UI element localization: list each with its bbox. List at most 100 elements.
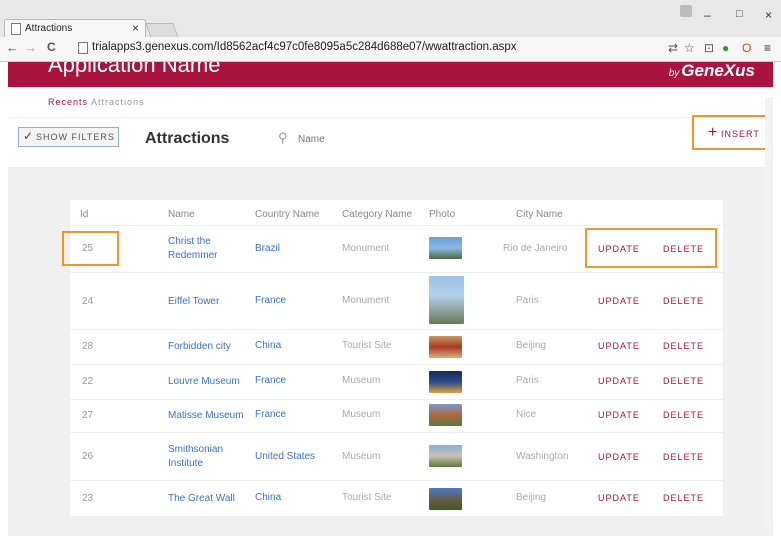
row-category: Monument [342, 243, 390, 254]
browser-window: Attractions × – □ × ← → C trialapps3.gen… [0, 0, 781, 536]
translate-icon[interactable]: ⇄ [668, 41, 678, 55]
address-bar[interactable]: trialapps3.genexus.com/Id8562acf4c97c0fe… [74, 39, 632, 57]
page-scrollbar[interactable] [765, 97, 773, 527]
page-title: Attractions [145, 130, 230, 147]
row-category: Tourist Site [342, 340, 392, 351]
app-name[interactable]: Application Name [48, 62, 220, 78]
action-bar: ✓ SHOW FILTERS Attractions ⚲ + INSERT [8, 115, 773, 169]
row-name-link[interactable]: Christ the Redemmer [168, 235, 238, 263]
maximize-button[interactable]: □ [736, 8, 743, 20]
row-category: Monument [342, 295, 390, 306]
update-button[interactable]: UPDATE [598, 296, 640, 306]
show-filters-label: SHOW FILTERS [36, 132, 115, 142]
tab-close-icon[interactable]: × [132, 21, 139, 35]
row-city: Paris [516, 375, 539, 386]
close-window-button[interactable]: × [765, 8, 772, 22]
breadcrumb-recents[interactable]: Recents [48, 97, 88, 107]
delete-button[interactable]: DELETE [663, 452, 704, 462]
actions-highlight-box [585, 228, 717, 268]
row-country-link[interactable]: France [255, 295, 286, 306]
table-row: 22 Louvre Museum France Museum Paris UPD… [70, 364, 723, 400]
row-city: Paris [516, 295, 539, 306]
row-country-link[interactable]: China [255, 340, 281, 351]
breadcrumb-current: Attractions [91, 97, 145, 107]
header-photo: Photo [429, 209, 456, 220]
minimize-button[interactable]: – [704, 8, 711, 22]
header-country-name[interactable]: Country Name [255, 209, 319, 220]
genexus-logo: by GeneXus [668, 62, 755, 80]
row-city: Nice [516, 409, 537, 420]
row-name-link[interactable]: Louvre Museum [168, 375, 240, 389]
delete-button[interactable]: DELETE [663, 341, 704, 351]
cast-icon[interactable]: ⊡ [704, 41, 714, 55]
search-input[interactable] [296, 130, 420, 148]
attractions-grid: Id Name Country Name Category Name Photo… [62, 200, 723, 516]
row-id: 28 [82, 341, 94, 352]
row-city: Washington [516, 451, 569, 462]
search-icon: ⚲ [278, 130, 288, 145]
row-country-link[interactable]: China [255, 492, 281, 503]
christ-redeemer-photo [429, 237, 462, 259]
new-tab-button[interactable] [145, 23, 179, 38]
app-header: Application Name by GeneXus [8, 62, 773, 87]
table-row: 24 Eiffel Tower France Monument Paris UP… [70, 272, 723, 330]
row-country-link[interactable]: France [255, 375, 286, 386]
row-category: Tourist Site [342, 492, 392, 503]
update-button[interactable]: UPDATE [598, 341, 640, 351]
row-country-link[interactable]: Brazil [255, 243, 280, 254]
delete-button[interactable]: DELETE [663, 376, 704, 386]
delete-button[interactable]: DELETE [663, 493, 704, 503]
insert-button[interactable]: + INSERT [692, 115, 767, 150]
table-row: 28 Forbidden city China Tourist Site Bei… [70, 329, 723, 365]
table-row: 26 Smithsonian Institute United States M… [70, 432, 723, 481]
extension-icon[interactable]: ● [722, 41, 729, 55]
url-text[interactable]: trialapps3.genexus.com/Id8562acf4c97c0fe… [92, 41, 517, 53]
row-name-link[interactable]: Forbidden city [168, 340, 231, 354]
louvre-photo [429, 371, 462, 393]
header-city-name[interactable]: City Name [516, 209, 563, 220]
smithsonian-photo [429, 445, 462, 467]
tab-title: Attractions [25, 23, 73, 34]
great-wall-photo [429, 488, 462, 510]
row-city: Rio de Janeiro [503, 243, 568, 254]
opera-icon[interactable]: O [742, 41, 751, 55]
row-name-link[interactable]: The Great Wall [168, 492, 235, 506]
matisse-museum-photo [429, 404, 462, 426]
back-button[interactable]: ← [6, 40, 19, 55]
row-name-link[interactable]: Smithsonian Institute [168, 443, 238, 471]
row-city: Beijing [516, 492, 547, 503]
page-content: Application Name by GeneXus Recents Attra… [8, 62, 773, 536]
row-country-link[interactable]: United States [255, 451, 315, 462]
delete-button[interactable]: DELETE [663, 410, 704, 420]
browser-tab[interactable]: Attractions × [4, 19, 146, 38]
user-icon[interactable] [680, 5, 692, 17]
update-button[interactable]: UPDATE [598, 452, 640, 462]
update-button[interactable]: UPDATE [598, 376, 640, 386]
forward-button[interactable]: → [24, 40, 37, 55]
show-filters-button[interactable]: ✓ SHOW FILTERS [18, 127, 119, 147]
row-category: Museum [342, 375, 381, 386]
row-id: 22 [82, 376, 94, 387]
header-id[interactable]: Id [80, 209, 88, 220]
breadcrumb: Recents Attractions [48, 97, 145, 107]
row-id: 27 [82, 410, 94, 421]
header-category-name[interactable]: Category Name [342, 209, 412, 220]
row-name-link[interactable]: Matisse Museum [168, 409, 244, 423]
row-name-link[interactable]: Eiffel Tower [168, 295, 219, 309]
menu-icon[interactable]: ≡ [764, 41, 771, 55]
row-id: 26 [82, 451, 94, 462]
search-field[interactable]: ⚲ [278, 130, 428, 148]
header-name[interactable]: Name [168, 209, 195, 220]
check-icon: ✓ [23, 129, 35, 143]
row-country-link[interactable]: France [255, 409, 286, 420]
forbidden-city-photo [429, 336, 462, 358]
page-icon [78, 42, 88, 54]
row-category: Museum [342, 451, 381, 462]
update-button[interactable]: UPDATE [598, 493, 640, 503]
reload-button[interactable]: C [47, 40, 56, 54]
bookmark-star-icon[interactable]: ☆ [684, 41, 695, 55]
update-button[interactable]: UPDATE [598, 410, 640, 420]
id-highlight-box [62, 231, 119, 266]
delete-button[interactable]: DELETE [663, 296, 704, 306]
plus-icon: + [708, 124, 718, 141]
